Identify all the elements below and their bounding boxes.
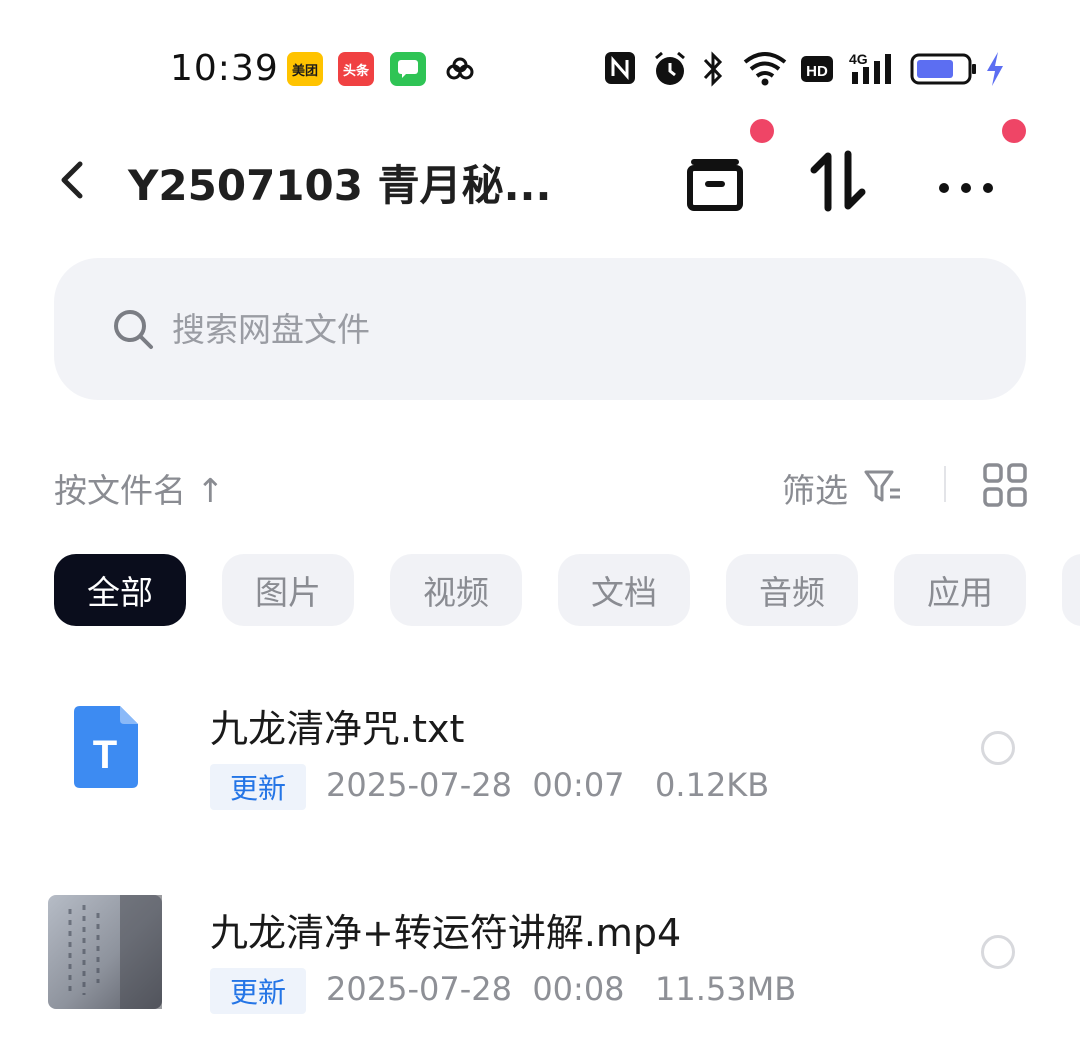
hd-icon: HD (800, 50, 834, 92)
battery-icon (910, 50, 978, 92)
search-bar[interactable] (54, 258, 1026, 400)
notification-dot (1002, 119, 1026, 143)
alarm-icon (652, 50, 688, 92)
file-row[interactable]: T 九龙清净咒.txt 更新 2025-07-28 00:07 0.12KB (0, 680, 1080, 840)
status-time: 10:39 (170, 48, 279, 89)
update-badge: 更新 (210, 764, 306, 810)
select-checkbox[interactable] (981, 935, 1015, 969)
back-button[interactable] (52, 154, 92, 206)
filter-button[interactable]: 筛选 (782, 464, 848, 512)
sort-arrow-icon: ↑ (196, 471, 225, 510)
toutiao-app-icon: 头条 (338, 52, 374, 86)
tab-more-partial[interactable] (1062, 554, 1080, 626)
page-title: Y2507103 青月秘... (128, 161, 552, 210)
video-thumbnail (48, 895, 162, 1009)
more-dots-icon (939, 183, 993, 193)
wifi-icon (742, 50, 788, 92)
tab-images[interactable]: 图片 (222, 554, 354, 626)
signal-4g-icon: 4G (848, 50, 898, 92)
svg-text:T: T (93, 733, 117, 777)
more-button[interactable] (926, 140, 1006, 220)
file-meta: 2025-07-28 00:08 11.53MB (326, 970, 797, 1008)
category-tabs: 全部 图片 视频 文档 音频 应用 (0, 554, 1080, 626)
tab-videos[interactable]: 视频 (390, 554, 522, 626)
file-name: 九龙清净咒.txt (210, 707, 465, 751)
message-app-icon (390, 52, 426, 86)
select-checkbox[interactable] (981, 731, 1015, 765)
filter-icon[interactable] (862, 466, 904, 508)
meituan-app-icon: 美团 (287, 52, 323, 86)
tab-all[interactable]: 全部 (54, 554, 186, 626)
txt-file-icon: T (48, 690, 162, 804)
svg-text:4G: 4G (849, 51, 868, 67)
file-name: 九龙清净+转运符讲解.mp4 (210, 911, 682, 955)
file-meta: 2025-07-28 00:07 0.12KB (326, 766, 770, 804)
header-bar: Y2507103 青月秘... (0, 119, 1080, 230)
search-icon (112, 308, 154, 350)
notification-dot (750, 119, 774, 143)
search-input[interactable] (172, 302, 952, 356)
charging-icon (984, 50, 1006, 92)
cloud-app-icon (444, 52, 476, 86)
tab-documents[interactable]: 文档 (558, 554, 690, 626)
sort-order-button[interactable] (800, 140, 880, 220)
update-badge: 更新 (210, 968, 306, 1014)
bluetooth-icon (700, 50, 726, 92)
file-row[interactable]: 九龙清净+转运符讲解.mp4 更新 2025-07-28 00:08 11.53… (0, 880, 1080, 1040)
grid-icon (983, 463, 1027, 507)
divider (944, 466, 946, 502)
nfc-icon (604, 50, 636, 90)
swap-vertical-icon (810, 150, 866, 212)
svg-text:HD: HD (806, 63, 828, 80)
status-bar: 10:39 美团 头条 HD 4G (0, 40, 1080, 100)
sort-label: 按文件名 (54, 471, 186, 510)
transfer-box-button[interactable] (674, 140, 754, 220)
box-icon (687, 159, 743, 211)
sort-filter-row: 按文件名 ↑ 筛选 (0, 458, 1080, 514)
tab-apps[interactable]: 应用 (894, 554, 1026, 626)
file-browser-screen: 10:39 美团 头条 HD 4G Y2507103 青月秘... 搜索网盘文件… (0, 0, 1080, 1052)
tab-audio[interactable]: 音频 (726, 554, 858, 626)
chevron-left-icon (61, 161, 83, 199)
grid-view-button[interactable] (982, 462, 1028, 508)
sort-by-name-button[interactable]: 按文件名 ↑ (54, 464, 224, 512)
